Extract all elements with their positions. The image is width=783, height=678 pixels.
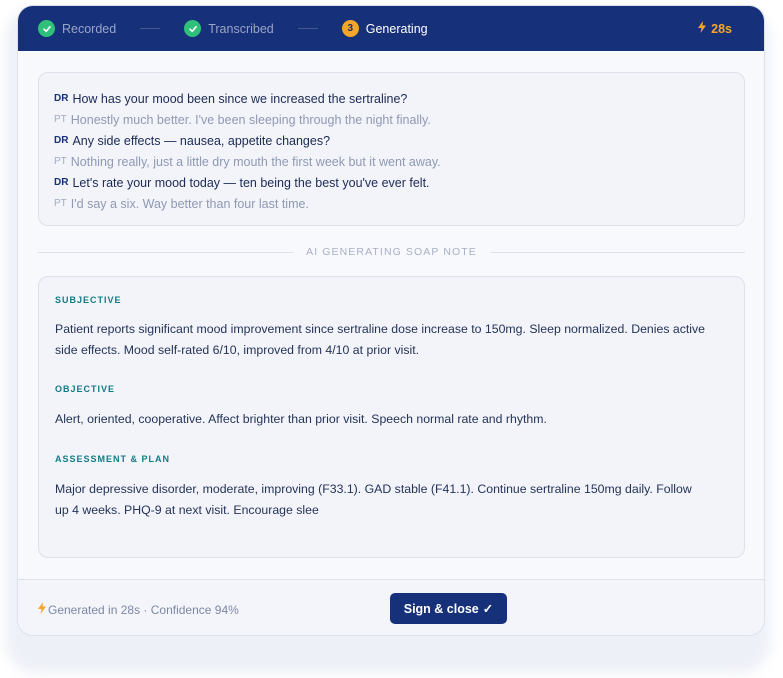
step-connector	[140, 28, 161, 29]
generation-timer: 28s	[698, 6, 732, 51]
speaker-tag: DR	[54, 135, 69, 146]
soap-note-panel: SUBJECTIVE Patient reports significant m…	[38, 276, 745, 558]
soap-note-card: Recorded Transcribed 3 Generating 28s DR…	[17, 5, 765, 636]
utterance-text: I'd say a six. Way better than four last…	[70, 196, 309, 211]
checkmark-icon: ✓	[482, 602, 494, 616]
card-footer: Generated in 28s · Confidence 94% Sign &…	[18, 579, 764, 635]
transcript-line: DR Any side effects — nausea, appetite c…	[54, 130, 744, 151]
generation-status: Generated in 28s · Confidence 94%	[38, 602, 239, 617]
utterance-text: Nothing really, just a little dry mouth …	[70, 154, 441, 169]
utterance-text: Honestly much better. I've been sleeping…	[70, 112, 431, 127]
step-label: Generating	[365, 21, 428, 36]
objective-heading: OBJECTIVE	[55, 384, 116, 394]
assessment-plan-text: Major depressive disorder, moderate, imp…	[55, 482, 692, 517]
lightning-icon	[38, 602, 46, 617]
sign-and-close-button[interactable]: Sign & close ✓	[390, 593, 507, 624]
transcript-line: DR How has your mood been since we incre…	[54, 88, 744, 109]
transcript-line: DR Let's rate your mood today — ten bein…	[54, 172, 744, 193]
progress-header: Recorded Transcribed 3 Generating 28s	[18, 6, 764, 51]
section-divider: AI GENERATING SOAP NOTE	[38, 245, 745, 259]
check-icon	[38, 20, 55, 37]
transcript-line: PT Honestly much better. I've been sleep…	[54, 109, 744, 130]
status-text: Generated in 28s · Confidence 94%	[48, 602, 239, 617]
divider-label: AI GENERATING SOAP NOTE	[306, 246, 477, 258]
step-number-badge: 3	[341, 20, 359, 37]
step-generating: 3 Generating	[341, 20, 428, 37]
speaker-tag: PT	[54, 156, 67, 167]
speaker-tag: DR	[54, 177, 69, 188]
assessment-plan-heading: ASSESSMENT & PLAN	[55, 454, 171, 464]
divider-rule	[489, 251, 745, 253]
check-icon	[184, 20, 202, 37]
lightning-icon	[698, 21, 707, 36]
objective-text: Alert, oriented, cooperative. Affect bri…	[55, 412, 547, 426]
transcript-line: PT Nothing really, just a little dry mou…	[54, 151, 744, 172]
button-label: Sign & close	[403, 601, 479, 616]
step-label: Transcribed	[208, 21, 274, 36]
transcript-line: PT I'd say a six. Way better than four l…	[54, 193, 744, 214]
step-connector	[297, 28, 318, 29]
utterance-text: Any side effects — nausea, appetite chan…	[72, 133, 331, 148]
step-transcribed: Transcribed	[184, 20, 274, 37]
speaker-tag: DR	[54, 93, 69, 104]
utterance-text: How has your mood been since we increase…	[72, 91, 408, 106]
speaker-tag: PT	[54, 198, 67, 209]
utterance-text: Let's rate your mood today — ten being t…	[72, 175, 430, 190]
step-label: Recorded	[62, 21, 117, 36]
speaker-tag: PT	[54, 114, 67, 125]
subjective-text: Patient reports significant mood improve…	[55, 322, 706, 357]
transcript-panel: DR How has your mood been since we incre…	[38, 72, 745, 226]
subjective-heading: SUBJECTIVE	[55, 295, 122, 305]
step-recorded: Recorded	[38, 20, 116, 37]
timer-value: 28s	[711, 21, 732, 36]
divider-rule	[38, 251, 294, 253]
